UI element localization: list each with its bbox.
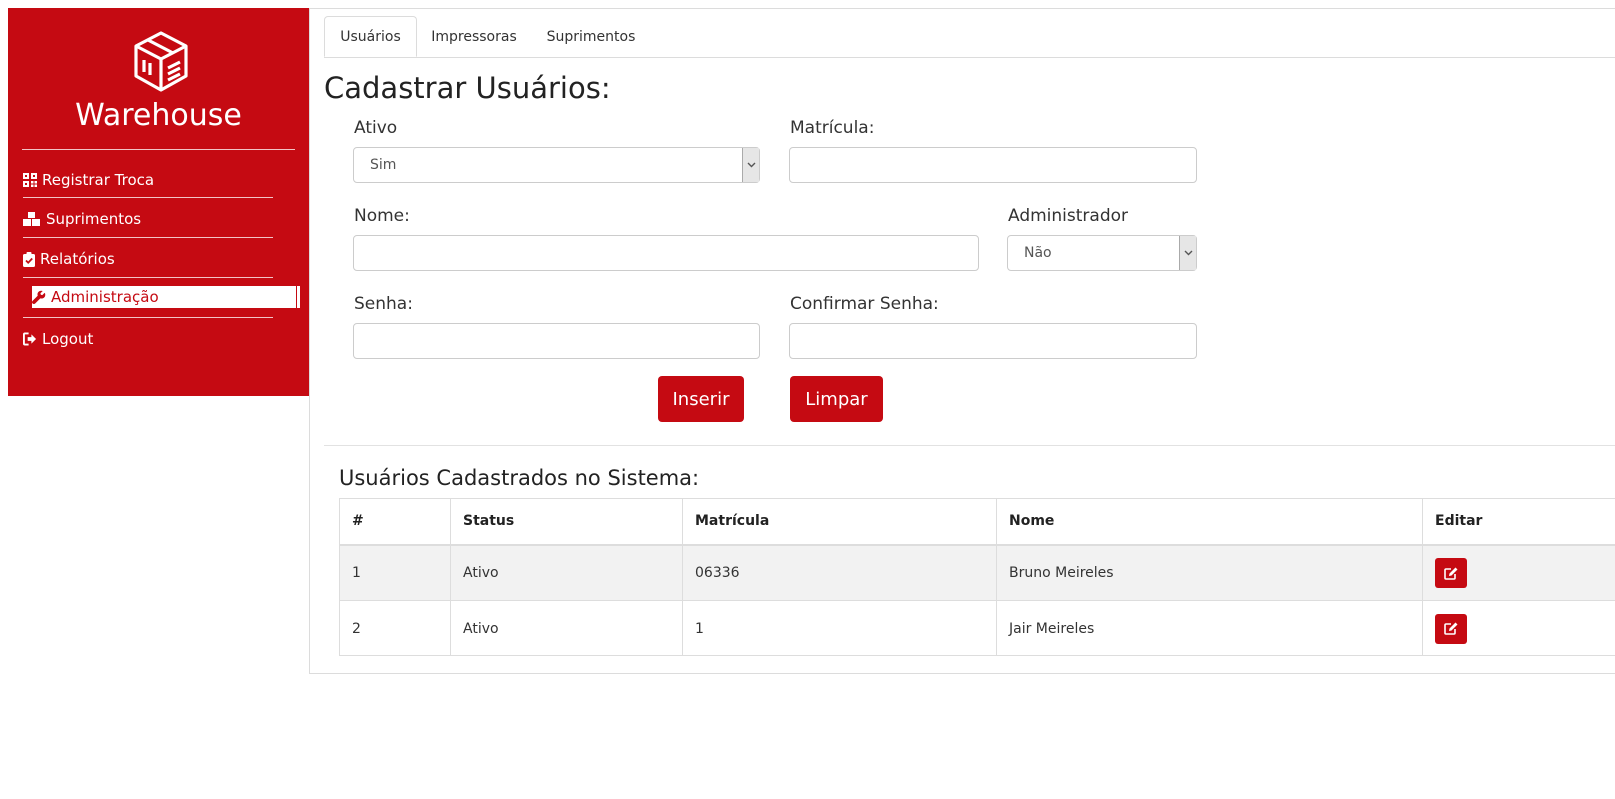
nome-label: Nome: xyxy=(354,206,410,226)
brand-title: Warehouse xyxy=(75,98,242,133)
clipboard-check-icon xyxy=(23,251,35,267)
page-title: Cadastrar Usuários: xyxy=(324,71,611,105)
nav-divider xyxy=(23,237,273,238)
section-divider xyxy=(324,445,1615,446)
wrench-icon xyxy=(32,290,46,304)
sidebar-item-label: Logout xyxy=(42,330,94,348)
administrador-select[interactable]: Não xyxy=(1007,235,1197,271)
edit-icon xyxy=(1444,622,1458,635)
cell-status: Ativo xyxy=(450,546,682,600)
sidebar-item-label: Suprimentos xyxy=(46,210,142,228)
header-editar: Editar xyxy=(1422,498,1615,544)
matricula-input[interactable] xyxy=(789,147,1197,183)
cell-nome: Jair Meireles xyxy=(996,601,1422,656)
sidebar-item-label: Relatórios xyxy=(40,250,115,268)
sidebar-item-relatorios[interactable]: Relatórios xyxy=(23,246,273,272)
sidebar-item-label: Registrar Troca xyxy=(42,171,155,189)
qrcode-icon xyxy=(23,173,37,187)
tab-usuarios[interactable]: Usuários xyxy=(324,16,417,57)
confirmar-senha-label: Confirmar Senha: xyxy=(790,294,939,314)
cell-status: Ativo xyxy=(450,601,682,656)
tabs-baseline xyxy=(324,57,1615,58)
boxes-icon xyxy=(23,212,41,226)
ativo-select-value: Sim xyxy=(370,157,397,173)
brand-divider xyxy=(22,149,295,150)
limpar-button[interactable]: Limpar xyxy=(790,376,883,422)
administrador-select-value: Não xyxy=(1024,245,1052,261)
sidebar-item-label: Administração xyxy=(51,288,159,306)
cell-id: 2 xyxy=(339,601,450,656)
confirmar-senha-input[interactable] xyxy=(789,323,1197,359)
senha-label: Senha: xyxy=(354,294,413,314)
sidebar-item-administracao[interactable]: Administração xyxy=(32,286,296,308)
sidebar-item-logout[interactable]: Logout xyxy=(23,326,273,352)
sidebar-item-registrar-troca[interactable]: Registrar Troca xyxy=(23,167,273,193)
header-matricula: Matrícula xyxy=(682,498,996,544)
matricula-label: Matrícula: xyxy=(790,118,875,138)
chevron-down-icon xyxy=(742,148,759,182)
nav-divider xyxy=(23,277,273,278)
cell-matricula: 1 xyxy=(682,601,996,656)
tab-suprimentos[interactable]: Suprimentos xyxy=(534,16,648,57)
nav-divider xyxy=(23,197,273,198)
cell-editar xyxy=(1422,601,1615,656)
table-row: 2 Ativo 1 Jair Meireles xyxy=(339,601,1615,656)
tab-impressoras[interactable]: Impressoras xyxy=(420,16,528,57)
table-row: 1 Ativo 06336 Bruno Meireles xyxy=(339,546,1615,601)
inserir-button[interactable]: Inserir xyxy=(658,376,744,422)
sidebar-item-suprimentos[interactable]: Suprimentos xyxy=(23,206,273,232)
users-table-title: Usuários Cadastrados no Sistema: xyxy=(339,466,700,490)
nome-input[interactable] xyxy=(353,235,979,271)
sign-out-icon xyxy=(23,332,37,346)
nav-divider xyxy=(23,317,273,318)
cell-id: 1 xyxy=(339,546,450,600)
header-status: Status xyxy=(450,498,682,544)
warehouse-box-logo-icon xyxy=(134,31,188,92)
ativo-label: Ativo xyxy=(354,118,398,138)
edit-icon xyxy=(1444,567,1458,580)
senha-input[interactable] xyxy=(353,323,760,359)
chevron-down-icon xyxy=(1179,236,1196,270)
table-header-row: # Status Matrícula Nome Editar xyxy=(339,498,1615,546)
header-nome: Nome xyxy=(996,498,1422,544)
edit-button[interactable] xyxy=(1435,613,1467,644)
cell-nome: Bruno Meireles xyxy=(996,546,1422,600)
header-id: # xyxy=(339,498,450,544)
cell-editar xyxy=(1422,546,1615,600)
edit-button[interactable] xyxy=(1435,558,1467,588)
ativo-select[interactable]: Sim xyxy=(353,147,760,183)
administrador-label: Administrador xyxy=(1008,206,1129,226)
cell-matricula: 06336 xyxy=(682,546,996,600)
active-indicator xyxy=(297,286,300,308)
